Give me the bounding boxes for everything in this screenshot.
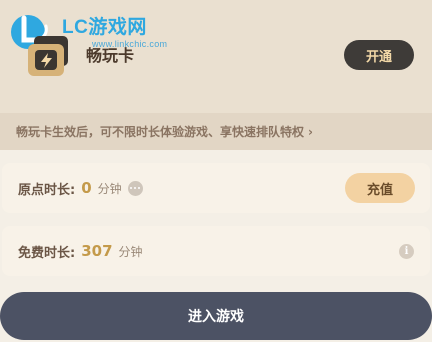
play-card-icon (28, 36, 68, 76)
info-icon[interactable]: i (399, 244, 414, 259)
free-time-row: 免费时长: 307 分钟 i (2, 226, 430, 276)
origin-time-row: 原点时长: 0 分钟 充值 (2, 163, 430, 213)
watermark-title: LC游戏网 (62, 17, 147, 38)
origin-time-unit: 分钟 (97, 181, 122, 196)
free-time-unit: 分钟 (118, 244, 143, 259)
origin-time-value: 0 (81, 179, 92, 197)
open-button[interactable]: 开通 (344, 40, 414, 70)
recharge-button[interactable]: 充值 (345, 173, 415, 203)
play-card-note[interactable]: 畅玩卡生效后，可不限时长体验游戏、享快速排队特权 › (0, 113, 432, 150)
free-time-label: 免费时长: (18, 245, 76, 261)
more-icon[interactable] (127, 180, 143, 196)
play-card-title: 畅玩卡 (86, 46, 135, 65)
origin-time-label: 原点时长: (18, 182, 76, 198)
play-card-note-text: 畅玩卡生效后，可不限时长体验游戏、享快速排队特权 (16, 125, 305, 139)
free-time-value: 307 (81, 242, 113, 260)
chevron-right-icon: › (308, 124, 313, 139)
enter-game-button[interactable]: 进入游戏 (0, 292, 432, 340)
play-card: LC游戏网 www.linkchic.com 畅玩卡 开通 畅玩卡生效后，可不限… (0, 0, 432, 150)
